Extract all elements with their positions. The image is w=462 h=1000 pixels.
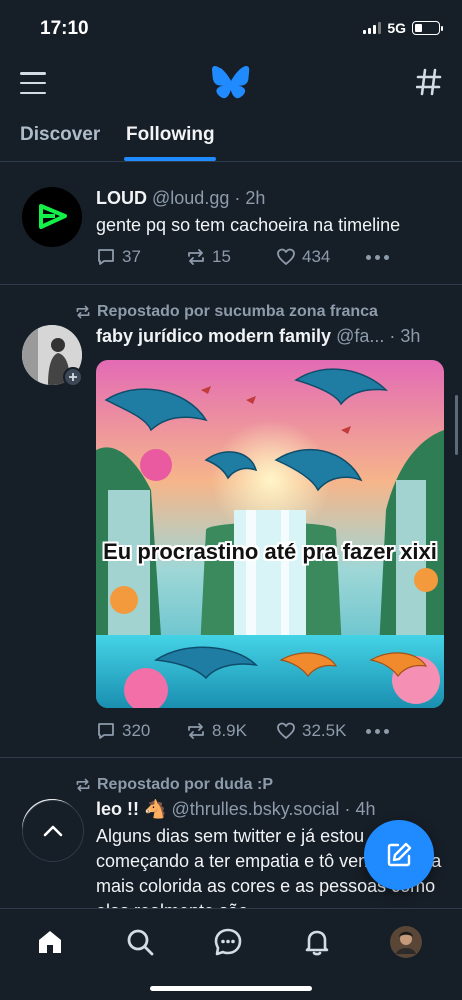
handle[interactable]: @thrulles.bsky.social — [171, 799, 339, 819]
post-time: · 4h — [344, 799, 376, 819]
more-options-icon[interactable] — [366, 254, 389, 260]
post-content: LOUD @loud.gg · 2h gente pq so tem cacho… — [96, 188, 444, 238]
loud-logo-icon — [39, 204, 67, 229]
tab-discover[interactable]: Discover — [20, 124, 100, 146]
network-label: 5G — [387, 20, 406, 36]
bottom-nav — [0, 908, 462, 1000]
dolphin-waterfall-image — [96, 360, 444, 708]
chevron-up-icon — [43, 825, 63, 837]
reply-button[interactable]: 37 — [96, 247, 186, 267]
repost-attribution[interactable]: Repostado por sucumba zona franca — [74, 303, 378, 321]
like-count: 32.5K — [302, 721, 347, 740]
post-header: faby jurídico modern family @fa... · 3h — [96, 326, 444, 347]
reply-button[interactable]: 320 — [96, 721, 186, 741]
feed-tabs: Discover Following — [0, 112, 462, 162]
like-button[interactable]: 434 — [276, 247, 366, 267]
follow-plus-icon[interactable] — [63, 367, 83, 387]
display-name[interactable]: LOUD — [96, 188, 147, 208]
bell-icon[interactable] — [300, 925, 334, 959]
battery-icon — [412, 21, 443, 35]
post-time: · 2h — [234, 188, 266, 208]
heart-icon — [277, 248, 295, 265]
scrollbar[interactable] — [455, 395, 458, 455]
status-bar: 17:10 5G — [0, 0, 462, 58]
scroll-to-top-button[interactable] — [22, 800, 84, 862]
battery-level — [415, 24, 422, 32]
post-image[interactable]: Eu procrastino até pra fazer xixi — [96, 360, 444, 708]
display-name[interactable]: leo !! 🐴 — [96, 799, 166, 819]
post-text: gente pq so tem cachoeira na timeline — [96, 215, 401, 235]
search-icon[interactable] — [123, 925, 157, 959]
handle[interactable]: @loud.gg — [152, 188, 229, 208]
post-content: faby jurídico modern family @fa... · 3h — [96, 326, 444, 347]
repost-count: 15 — [212, 247, 231, 266]
feed-post[interactable]: LOUD @loud.gg · 2h gente pq so tem cacho… — [0, 163, 462, 285]
status-time: 17:10 — [40, 18, 89, 39]
post-header: leo !! 🐴 @thrulles.bsky.social · 4h — [96, 799, 444, 820]
like-button[interactable]: 32.5K — [276, 721, 366, 741]
handle[interactable]: @fa... — [336, 326, 384, 346]
post-time: · 3h — [389, 326, 421, 346]
repost-icon — [76, 305, 90, 319]
repost-label: Repostado por duda :P — [97, 776, 273, 793]
repost-attribution[interactable]: Repostado por duda :P — [74, 776, 273, 794]
repost-icon — [76, 778, 90, 792]
image-caption: Eu procrastino até pra fazer xixi — [103, 539, 437, 564]
home-icon[interactable] — [33, 925, 67, 959]
repost-count: 8.9K — [212, 721, 247, 740]
post-actions: 320 8.9K 32.5K — [96, 721, 389, 741]
compose-button[interactable] — [364, 820, 434, 890]
butterfly-icon[interactable] — [212, 65, 250, 104]
signal-icon — [363, 22, 382, 34]
repost-icon — [188, 249, 204, 265]
reply-count: 320 — [122, 721, 151, 740]
tab-following[interactable]: Following — [126, 124, 215, 146]
home-indicator — [150, 986, 312, 991]
repost-label: Repostado por sucumba zona franca — [97, 303, 378, 320]
heart-icon — [277, 722, 295, 739]
menu-icon[interactable] — [20, 72, 46, 94]
reply-icon — [98, 249, 114, 265]
like-count: 434 — [302, 247, 331, 266]
reply-count: 37 — [122, 247, 141, 266]
hash-icon[interactable] — [415, 68, 442, 101]
post-actions: 37 15 434 — [96, 247, 389, 267]
post-header: LOUD @loud.gg · 2h — [96, 188, 444, 209]
reply-icon — [98, 723, 114, 739]
chat-icon[interactable] — [211, 925, 245, 959]
repost-button[interactable]: 8.9K — [186, 721, 276, 741]
display-name[interactable]: faby jurídico modern family — [96, 326, 331, 346]
more-options-icon[interactable] — [366, 728, 389, 734]
profile-avatar[interactable] — [389, 925, 423, 959]
repost-icon — [188, 723, 204, 739]
repost-button[interactable]: 15 — [186, 247, 276, 267]
active-tab-indicator — [124, 157, 216, 161]
avatar[interactable] — [22, 187, 82, 247]
status-indicators: 5G — [363, 20, 443, 36]
top-bar — [0, 58, 462, 108]
compose-icon — [387, 842, 412, 867]
